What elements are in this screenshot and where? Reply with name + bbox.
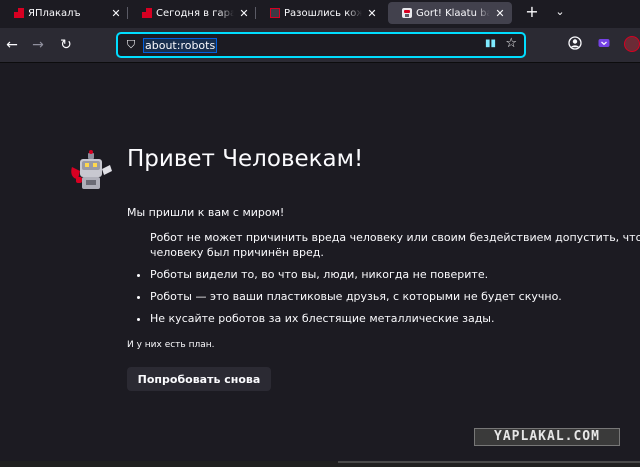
reload-button[interactable]: ↻ bbox=[56, 35, 76, 55]
tab-title: Gort! Klaatu barada n bbox=[416, 7, 490, 19]
reader-view-icon[interactable]: ▮▮ bbox=[485, 38, 496, 49]
intro-text: Мы пришли к вам с миром! bbox=[127, 206, 285, 219]
list-item: Робот не может причинить вреда человеку … bbox=[150, 230, 640, 260]
close-icon[interactable]: ✕ bbox=[366, 7, 378, 20]
tab-title: Разошлись кожаные bbox=[284, 7, 362, 19]
url-bar[interactable]: ⛉ about:robots ▮▮ ☆ bbox=[116, 32, 526, 58]
list-all-tabs-button[interactable]: ⌄ bbox=[546, 0, 574, 24]
tab-strip: ЯПлакалъ ✕ Сегодня в гаражах C ✕ Разошли… bbox=[0, 0, 640, 28]
page-title: Привет Человекам! bbox=[127, 146, 364, 172]
tab-yaplakal[interactable]: ЯПлакалъ ✕ bbox=[0, 2, 128, 24]
account-avatar-icon[interactable] bbox=[566, 36, 584, 54]
pocket-icon[interactable] bbox=[595, 36, 613, 54]
shield-icon[interactable]: ⛉ bbox=[120, 38, 142, 52]
yaplakal-favicon-icon bbox=[14, 8, 24, 18]
close-icon[interactable]: ✕ bbox=[238, 7, 250, 20]
watermark-logo: YAPLAKAL.COM bbox=[474, 428, 620, 446]
account-svg bbox=[568, 36, 582, 50]
list-item: Роботы — это ваши пластиковые друзья, с … bbox=[150, 289, 640, 304]
robot-favicon-icon bbox=[402, 8, 412, 18]
close-icon[interactable]: ✕ bbox=[110, 7, 122, 20]
taskbar-divider bbox=[338, 461, 640, 463]
list-item: Роботы видели то, во что вы, люди, никог… bbox=[150, 267, 640, 282]
extension-icon[interactable] bbox=[624, 36, 640, 54]
yaplakal-favicon-icon bbox=[270, 8, 280, 18]
forward-button[interactable]: → bbox=[28, 35, 48, 55]
navigation-toolbar: ← → ↻ ⛉ about:robots ▮▮ ☆ bbox=[0, 28, 640, 63]
tab-title: Сегодня в гаражах C bbox=[156, 7, 234, 19]
yaplakal-favicon-icon bbox=[142, 8, 152, 18]
tab-garages[interactable]: Сегодня в гаражах C ✕ bbox=[128, 2, 256, 24]
robot-icon bbox=[71, 150, 112, 189]
pocket-svg bbox=[598, 39, 610, 47]
close-icon[interactable]: ✕ bbox=[494, 7, 506, 20]
tab-leather[interactable]: Разошлись кожаные ✕ bbox=[256, 2, 384, 24]
try-again-button[interactable]: Попробовать снова bbox=[127, 367, 271, 391]
new-tab-button[interactable]: + bbox=[518, 0, 546, 24]
tab-robots[interactable]: Gort! Klaatu barada n ✕ bbox=[388, 2, 512, 24]
list-item: Не кусайте роботов за их блестящие метал… bbox=[150, 311, 640, 326]
bookmark-star-icon[interactable]: ☆ bbox=[505, 36, 517, 51]
url-input[interactable]: about:robots bbox=[142, 37, 218, 53]
back-button[interactable]: ← bbox=[2, 35, 22, 55]
plan-text: И у них есть план. bbox=[127, 340, 215, 350]
extension-badge-icon bbox=[624, 36, 640, 52]
tab-title: ЯПлакалъ bbox=[28, 7, 81, 19]
robot-laws-list: Робот не может причинить вреда человеку … bbox=[134, 230, 640, 333]
